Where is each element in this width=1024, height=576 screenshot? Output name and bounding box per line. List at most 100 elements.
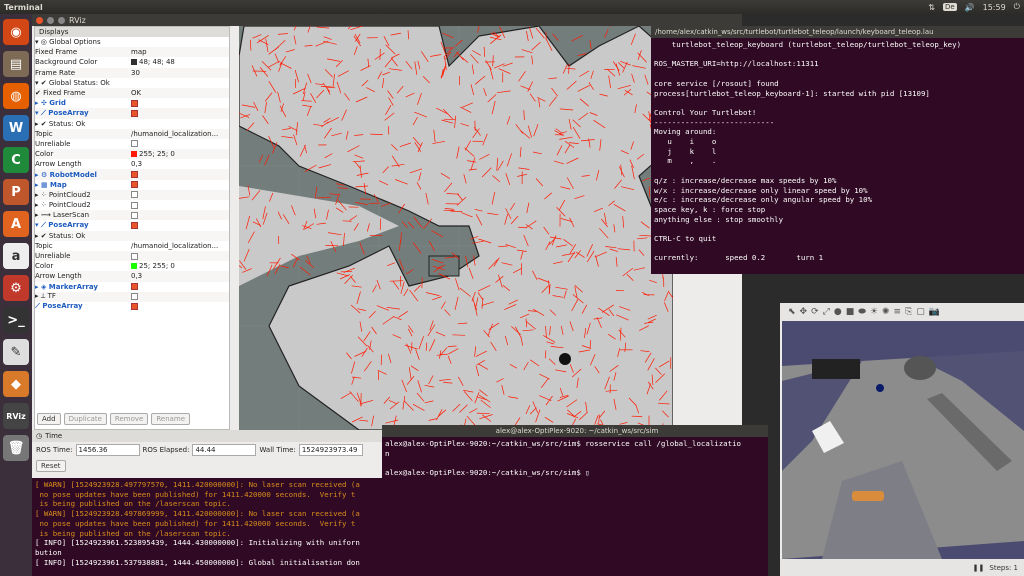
display-row-value[interactable]: map [131,48,229,56]
display-row[interactable]: Topic/humanoid_localization... [35,240,229,251]
enable-checkbox[interactable] [131,109,138,117]
display-row[interactable]: ▸ ⁘ PointCloud2 [35,189,229,200]
gazebo-tool-icon[interactable]: ⟳ [811,307,819,317]
gazebo-tool-icon[interactable]: ● [834,307,842,317]
display-row[interactable]: Arrow Length 0,3 [35,271,229,282]
gazebo-3d-view[interactable] [782,321,1024,559]
wall-time-field[interactable]: 1524923973.49 [298,444,363,456]
volume-icon[interactable]: 🔊 [965,3,975,12]
display-row[interactable]: ▸ ✔ Status: Ok [35,118,229,129]
display-row[interactable]: ▾ ⟋ PoseArray [35,108,229,119]
display-row[interactable]: ▸ ✣ Grid [35,98,229,109]
enable-checkbox[interactable] [131,221,138,229]
launcher-files-icon[interactable]: ▤ [3,51,29,77]
display-row[interactable]: ▸ ⁘ PointCloud2 [35,200,229,211]
launcher-rviz-icon[interactable]: RViz [3,403,29,429]
display-row-value[interactable]: 30 [131,69,229,77]
display-row[interactable]: Background Color 48; 48; 48 [35,57,229,68]
display-row[interactable]: Topic/humanoid_localization... [35,128,229,139]
enable-checkbox[interactable] [131,211,138,219]
reset-button[interactable]: Reset [36,460,66,472]
maximize-icon[interactable] [58,16,65,24]
display-row[interactable]: ▸ ⚙ RobotModel [35,169,229,180]
display-row-value[interactable] [131,140,229,148]
display-row[interactable]: ▸ ⟿ LaserScan [35,210,229,221]
launcher-software-center-icon[interactable]: A [3,211,29,237]
display-row[interactable]: Arrow Length 0,3 [35,159,229,170]
gazebo-tool-icon[interactable]: ⤢ [823,307,830,317]
gazebo-tool-icon[interactable]: ≡ [894,307,902,317]
log-terminal[interactable]: [ WARN] [1524923928.497797570, 1411.4200… [32,478,382,576]
display-row-value[interactable] [131,303,229,311]
enable-checkbox[interactable] [131,293,138,301]
display-row-value[interactable]: 0,3 [131,272,229,280]
display-row-value[interactable] [131,252,229,260]
display-row-value[interactable] [131,109,229,117]
display-row[interactable]: ▾ ⟋ PoseArray [35,220,229,231]
display-row-value[interactable] [131,293,229,301]
launcher-firefox-icon[interactable]: ◍ [3,83,29,109]
enable-checkbox[interactable] [131,171,138,179]
display-row-value[interactable] [131,191,229,199]
display-row-value[interactable]: /humanoid_localization... [131,130,229,138]
display-row[interactable]: Fixed Frame map [35,47,229,58]
remove-button[interactable]: Remove [109,413,149,425]
launcher-text-editor-icon[interactable]: ✎ [3,339,29,365]
display-row-value[interactable] [131,201,229,209]
enable-checkbox[interactable] [131,201,138,209]
display-row-value[interactable] [131,221,229,229]
display-row[interactable]: Color 255; 25; 0 [35,149,229,160]
enable-checkbox[interactable] [131,252,138,260]
pause-icon[interactable]: ❚❚ [973,564,985,572]
display-row[interactable]: Unreliable [35,250,229,262]
clock[interactable]: 15:59 [983,3,1006,12]
launcher-install-icon[interactable]: ◆ [3,371,29,397]
gazebo-tool-icon[interactable]: ⎘ [905,307,912,317]
display-row[interactable]: ▸ ⟂ TF [35,291,229,302]
launcher-impress-icon[interactable]: P [3,179,29,205]
ros-elapsed-field[interactable]: 44.44 [192,444,257,456]
display-row[interactable]: ▸ ◈ MarkerArray [35,281,229,292]
keyboard-layout-indicator[interactable]: De [942,3,957,11]
display-row-value[interactable]: 0,3 [131,160,229,168]
enable-checkbox[interactable] [131,140,138,148]
display-row-value[interactable] [131,181,229,189]
display-row-value[interactable] [131,283,229,291]
enable-checkbox[interactable] [131,191,138,199]
close-icon[interactable] [36,16,43,24]
display-row-value[interactable] [131,171,229,179]
gazebo-tool-icon[interactable]: ▢ [916,307,925,317]
ros-time-field[interactable]: 1456.36 [75,444,140,456]
enable-checkbox[interactable] [131,283,138,291]
gazebo-tool-icon[interactable]: ■ [846,307,855,317]
display-row[interactable]: ⟋ PoseArray [35,301,229,313]
display-row-value[interactable]: /humanoid_localization... [131,242,229,250]
sim-terminal[interactable]: alex@alex-OptiPlex-9020: ~/catkin_ws/src… [382,425,768,576]
launcher-calc-icon[interactable]: C [3,147,29,173]
network-icon[interactable]: ⇅ [928,3,935,12]
enable-checkbox[interactable] [131,303,138,311]
display-row-value[interactable] [131,99,229,107]
display-row[interactable]: ✔ Fixed Frame OK [35,87,229,99]
display-row[interactable]: ▾ ✔ Global Status: Ok [35,77,229,88]
launcher-terminal-icon[interactable]: >_ [3,307,29,333]
display-row-value[interactable]: OK [131,89,229,97]
display-row[interactable]: Color 25; 255; 0 [35,261,229,272]
display-row[interactable]: ▾ ◎ Global Options [35,37,229,48]
display-row[interactable]: Unreliable [35,138,229,150]
gazebo-tool-icon[interactable]: ☀ [870,307,878,317]
gazebo-tool-icon[interactable]: 📷 [929,307,940,317]
display-row-value[interactable]: 25; 255; 0 [131,262,229,270]
minimize-icon[interactable] [47,16,54,24]
launcher-trash-icon[interactable]: 🗑 [3,435,29,461]
duplicate-button[interactable]: Duplicate [63,413,107,425]
display-row-value[interactable]: 48; 48; 48 [131,58,229,66]
launcher-ubuntu-dash-icon[interactable]: ◉ [3,19,29,45]
add-button[interactable]: Add [37,413,61,425]
power-icon[interactable]: ⏻ [1014,2,1020,12]
enable-checkbox[interactable] [131,181,138,189]
launcher-writer-icon[interactable]: W [3,115,29,141]
enable-checkbox[interactable] [131,99,138,107]
gazebo-tool-icon[interactable]: ✺ [882,307,890,317]
display-row[interactable]: ▸ ▦ Map [35,179,229,190]
